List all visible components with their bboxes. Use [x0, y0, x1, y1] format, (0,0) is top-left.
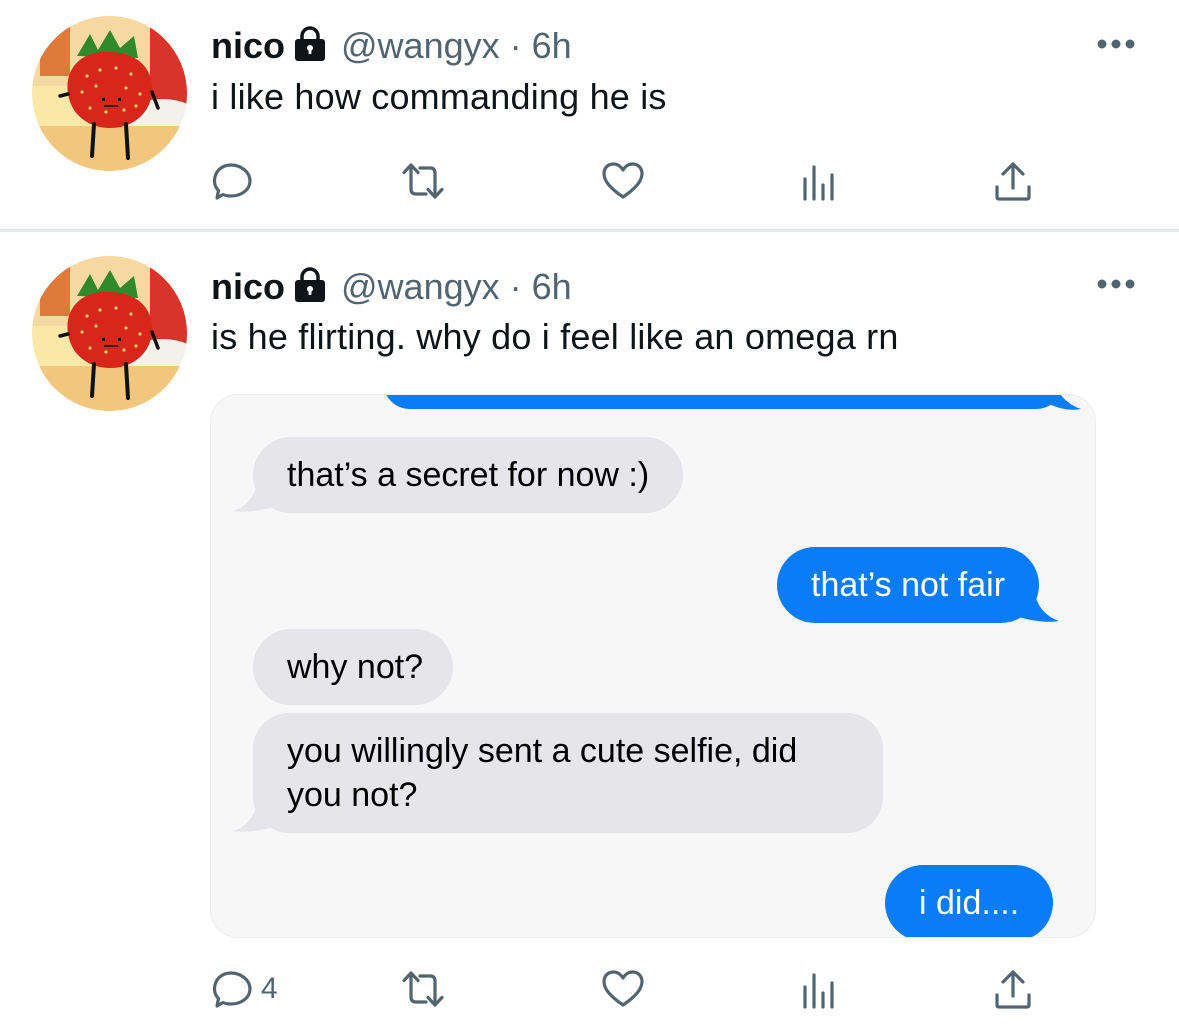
avatar-image	[32, 16, 187, 171]
message-text: why not?	[287, 648, 424, 686]
share-icon	[991, 967, 1035, 1011]
tweet[interactable]: nico @wangyx · 6h is he flirting. why do…	[0, 232, 1179, 1030]
lock-icon	[293, 26, 327, 62]
bubble-tail	[1047, 395, 1081, 410]
speech-bubble-icon	[211, 967, 255, 1011]
lock-icon	[293, 267, 327, 303]
bubble-tail	[233, 483, 273, 512]
more-dots-icon[interactable]	[1096, 274, 1136, 294]
action-bar: 4	[211, 965, 1041, 1013]
avatar[interactable]	[32, 256, 187, 411]
action-bar	[211, 157, 1041, 205]
heart-icon	[601, 159, 645, 203]
timestamp[interactable]: 6h	[532, 25, 572, 67]
message-bubble-partial	[383, 395, 1063, 409]
separator: ·	[509, 25, 522, 66]
message-bubble: why not?	[253, 629, 454, 705]
message-text: that’s not fair	[811, 566, 1006, 604]
message-text: that’s a secret for now :)	[287, 456, 650, 494]
bubble-tail	[1019, 593, 1060, 622]
tweet-text: is he flirting. why do i feel like an om…	[211, 316, 899, 357]
tweet-header: nico @wangyx · 6h	[211, 265, 572, 309]
retweet-button[interactable]	[401, 965, 445, 1013]
media-screenshot[interactable]: that’s a secret for now :) that’s not fa…	[210, 394, 1096, 938]
display-name[interactable]: nico	[211, 266, 285, 308]
display-name[interactable]: nico	[211, 25, 285, 67]
share-button[interactable]	[991, 965, 1035, 1013]
share-button[interactable]	[991, 157, 1035, 205]
tweet-text: i like how commanding he is	[211, 76, 667, 117]
speech-bubble-icon	[211, 159, 255, 203]
bar-chart-icon	[796, 159, 840, 203]
retweet-icon	[401, 967, 445, 1011]
reply-button[interactable]: 4	[211, 965, 278, 1013]
avatar-image	[32, 256, 187, 411]
message-text: i did....	[919, 884, 1020, 922]
heart-icon	[601, 967, 645, 1011]
message-bubble: you willingly sent a cute selfie, did yo…	[233, 713, 883, 833]
message-bubble: that’s not fair	[777, 547, 1060, 623]
views-button[interactable]	[796, 965, 840, 1013]
tweet-header: nico @wangyx · 6h	[211, 24, 572, 68]
separator: ·	[509, 266, 522, 307]
views-button[interactable]	[796, 157, 840, 205]
retweet-icon	[401, 159, 445, 203]
reply-button[interactable]	[211, 157, 255, 205]
like-button[interactable]	[601, 965, 645, 1013]
message-bubble: that’s a secret for now :)	[233, 437, 684, 513]
share-icon	[991, 159, 1035, 203]
like-button[interactable]	[601, 157, 645, 205]
timestamp[interactable]: 6h	[532, 266, 572, 308]
message-bubble: i did....	[885, 865, 1054, 937]
message-text: you willingly sent a cute selfie, did yo…	[287, 732, 798, 814]
retweet-button[interactable]	[401, 157, 445, 205]
handle[interactable]: @wangyx	[341, 266, 500, 308]
reply-count: 4	[261, 972, 278, 1005]
bubble-tail	[233, 803, 273, 832]
more-dots-icon[interactable]	[1096, 34, 1136, 54]
handle[interactable]: @wangyx	[341, 25, 500, 67]
avatar[interactable]	[32, 16, 187, 171]
bar-chart-icon	[796, 967, 840, 1011]
tweet[interactable]: nico @wangyx · 6h i like how commanding …	[0, 0, 1179, 230]
